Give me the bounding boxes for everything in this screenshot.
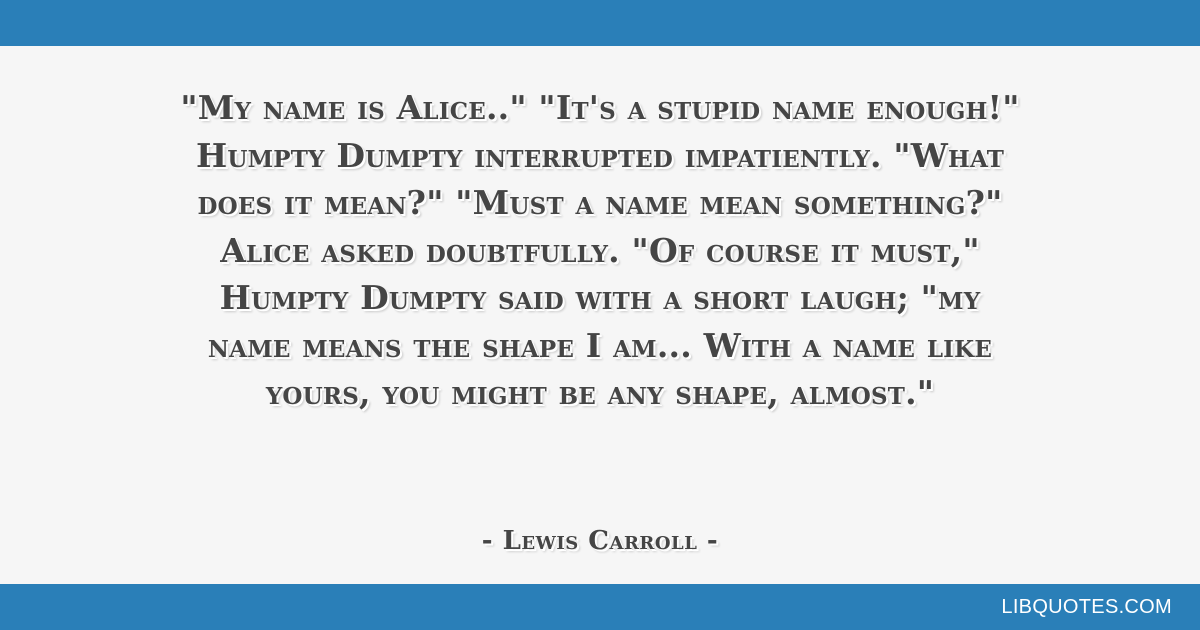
site-brand-link[interactable]: LIBQUOTES.COM — [1001, 596, 1172, 619]
quote-line: does it mean?" "Must a name mean somethi… — [197, 183, 1003, 222]
top-banner — [0, 0, 1200, 46]
quote-line: "My name is Alice.." "It's a stupid name… — [180, 88, 1020, 127]
quote-line: Humpty Dumpty said with a short laugh; "… — [219, 278, 981, 317]
quote-card: "My name is Alice.." "It's a stupid name… — [0, 0, 1200, 630]
quote-line: name means the shape I am... With a name… — [207, 325, 993, 365]
quote-line: Alice asked doubtfully. "Of course it mu… — [220, 230, 980, 270]
quote-line: Humpty Dumpty interrupted impatiently. "… — [195, 135, 1005, 175]
quote-line: yours, you might be any shape, almost." — [265, 373, 935, 412]
quote-text: "My name is Alice.." "It's a stupid name… — [90, 84, 1110, 417]
quote-author: - Lewis Carroll - — [481, 526, 719, 556]
bottom-banner: LIBQUOTES.COM — [0, 584, 1200, 630]
